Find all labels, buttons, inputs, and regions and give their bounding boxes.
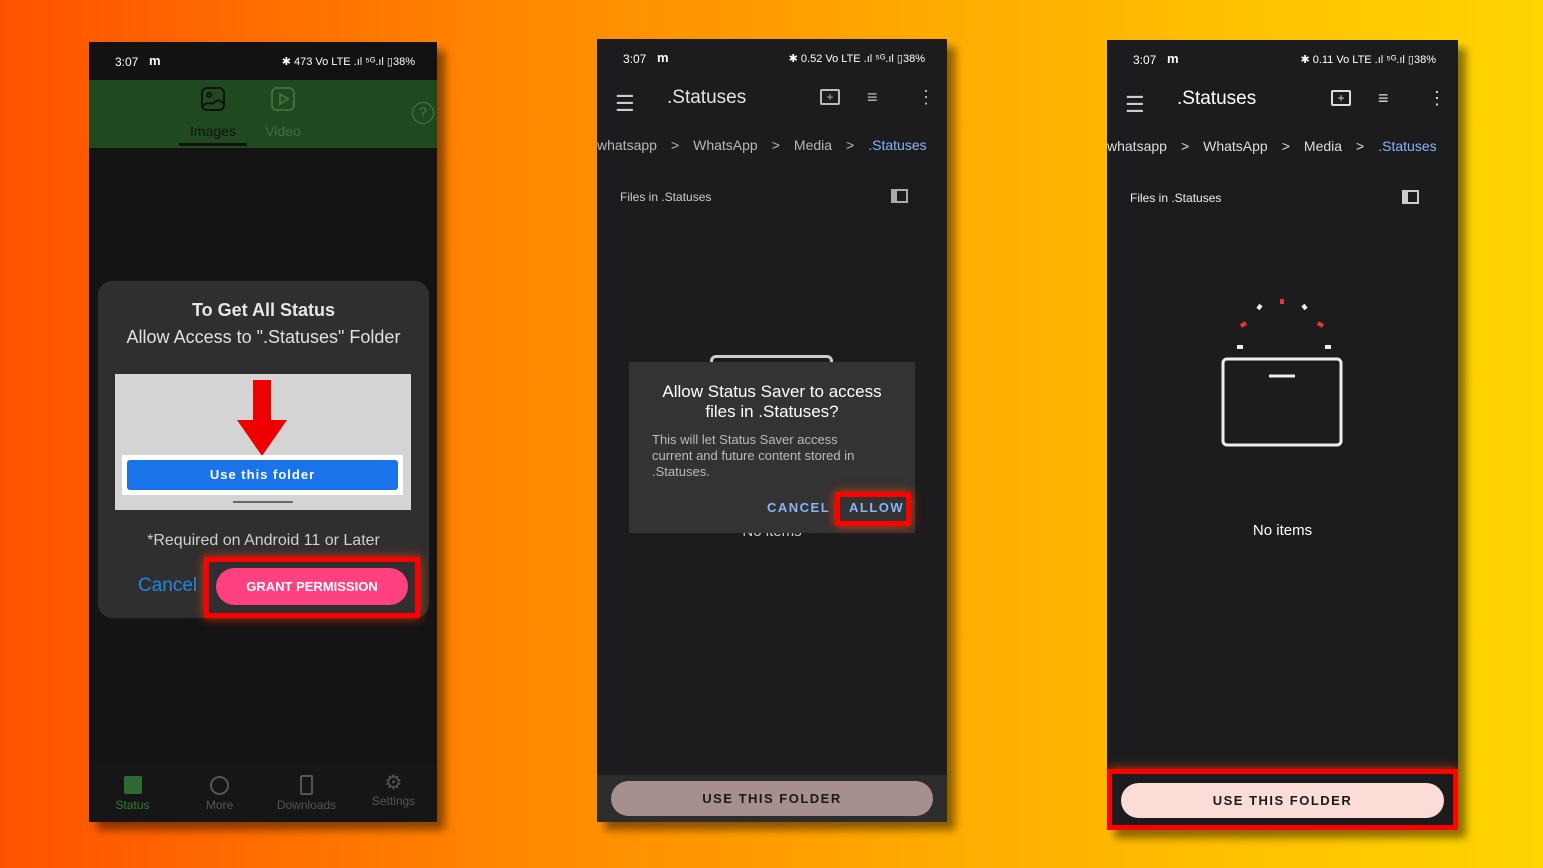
dialog-title: To Get All Status xyxy=(191,300,335,320)
tab-header: Images Video ? xyxy=(89,80,437,148)
picker-title: .Statuses xyxy=(667,87,747,108)
tab-video[interactable]: Video xyxy=(249,84,317,139)
requirement-note: *Required on Android 11 or Later xyxy=(147,532,380,549)
time: 3:07 xyxy=(623,52,647,66)
crumb-media[interactable]: Media xyxy=(794,137,832,153)
chevron-right-icon: > xyxy=(771,137,780,153)
dialog-subtitle: Allow Access to ".Statuses" Folder xyxy=(126,327,401,347)
nav-downloads[interactable]: Downloads xyxy=(263,764,350,822)
chevron-right-icon: > xyxy=(670,137,680,153)
chevron-right-icon: > xyxy=(846,137,855,153)
highlight-allow xyxy=(835,492,911,526)
phone-picker-dialog: 3:07 m ✱ 0.52 Vo LTE .ıl ⁵ᴳ.ıl ▯38% ☰ .S… xyxy=(597,39,947,822)
gear-icon: ⚙ xyxy=(384,772,403,794)
breadcrumb: whatsapp > WhatsApp > Media > .Statuses xyxy=(1107,138,1451,154)
highlight-grant xyxy=(204,557,420,618)
no-items-label: No items xyxy=(1252,522,1313,539)
highlight-use-folder xyxy=(1107,769,1458,830)
tab-images[interactable]: Images xyxy=(179,84,247,146)
play-square-icon xyxy=(271,87,295,111)
dialog-title: Allow Status Saver to access files in .S… xyxy=(662,382,882,421)
nav-status[interactable]: Status xyxy=(89,764,176,822)
crumb-media[interactable]: Media xyxy=(1304,138,1342,154)
crumb-whatsapp[interactable]: whatsapp xyxy=(1107,138,1167,154)
empty-box-icon xyxy=(1221,299,1343,447)
crumb-statuses[interactable]: .Statuses xyxy=(868,137,926,153)
chevron-right-icon: > xyxy=(1356,138,1365,154)
nav-settings[interactable]: ⚙ Settings xyxy=(350,764,437,822)
tab-video-label: Video xyxy=(265,123,301,139)
phone-status-app: 3:07 m ✱ 473 Vo LTE .ıl ⁵ᴳ.ıl ▯38% Image… xyxy=(89,42,437,822)
crumb-whatsapp-folder[interactable]: WhatsApp xyxy=(1203,138,1268,154)
menu-icon[interactable]: ☰ xyxy=(1125,92,1145,118)
new-folder-icon[interactable]: + xyxy=(1331,90,1351,106)
crumb-statuses[interactable]: .Statuses xyxy=(1378,138,1436,154)
status-bar: 3:07 m ✱ 0.11 Vo LTE .ıl ⁵ᴳ.ıl ▯38% xyxy=(1107,40,1458,78)
carrier: m xyxy=(149,53,161,68)
carrier: m xyxy=(1167,51,1179,66)
list-view-icon[interactable] xyxy=(1402,190,1419,204)
files-label: Files in .Statuses xyxy=(620,190,712,204)
play-circle-icon xyxy=(210,776,229,795)
chevron-right-icon: > xyxy=(1180,138,1190,154)
arrow-down-icon xyxy=(237,380,287,456)
help-icon[interactable]: ? xyxy=(412,102,434,124)
list-view-icon[interactable] xyxy=(891,189,908,203)
phone-picker: 3:07 m ✱ 0.11 Vo LTE .ıl ⁵ᴳ.ıl ▯38% ☰ .S… xyxy=(1107,40,1458,830)
menu-icon[interactable]: ☰ xyxy=(615,91,635,117)
crumb-whatsapp-folder[interactable]: WhatsApp xyxy=(693,137,758,153)
time: 3:07 xyxy=(115,55,139,69)
chevron-right-icon: > xyxy=(1281,138,1290,154)
status-icons: ✱ 0.52 Vo LTE .ıl ⁵ᴳ.ıl ▯38% xyxy=(788,53,925,65)
use-this-folder-illustration: Use this folder xyxy=(127,460,398,490)
status-icons: ✱ 473 Vo LTE .ıl ⁵ᴳ.ıl ▯38% xyxy=(281,56,415,68)
time: 3:07 xyxy=(1133,53,1157,67)
files-label: Files in .Statuses xyxy=(1130,191,1222,205)
sort-icon[interactable]: ≡ xyxy=(867,87,878,108)
cancel-button[interactable]: CANCEL xyxy=(767,500,830,515)
status-bar: 3:07 m ✱ 0.52 Vo LTE .ıl ⁵ᴳ.ıl ▯38% xyxy=(597,39,947,77)
use-this-folder-button[interactable]: USE THIS FOLDER xyxy=(611,781,933,816)
dialog-body: This will let Status Saver access curren… xyxy=(652,432,855,479)
status-icon xyxy=(123,776,142,794)
status-icons: ✱ 0.11 Vo LTE .ıl ⁵ᴳ.ıl ▯38% xyxy=(1300,54,1436,66)
new-folder-icon[interactable]: + xyxy=(820,89,840,105)
carrier: m xyxy=(657,50,669,65)
breadcrumb: whatsapp > WhatsApp > Media > .Statuses xyxy=(597,137,941,153)
sort-icon[interactable]: ≡ xyxy=(1378,88,1389,109)
illustration: Use this folder xyxy=(115,374,411,510)
more-options-icon[interactable]: ⋮ xyxy=(1428,88,1446,109)
more-options-icon[interactable]: ⋮ xyxy=(917,87,935,108)
cancel-button[interactable]: Cancel xyxy=(138,575,197,597)
crumb-whatsapp[interactable]: whatsapp xyxy=(597,137,657,153)
status-bar: 3:07 m ✱ 473 Vo LTE .ıl ⁵ᴳ.ıl ▯38% xyxy=(89,42,437,80)
bottom-nav: Status More Downloads ⚙ Settings xyxy=(89,764,437,822)
image-icon xyxy=(201,87,225,111)
download-phone-icon xyxy=(300,775,313,795)
picker-title: .Statuses xyxy=(1177,88,1257,109)
nav-more[interactable]: More xyxy=(176,764,263,822)
tab-images-label: Images xyxy=(190,123,236,139)
